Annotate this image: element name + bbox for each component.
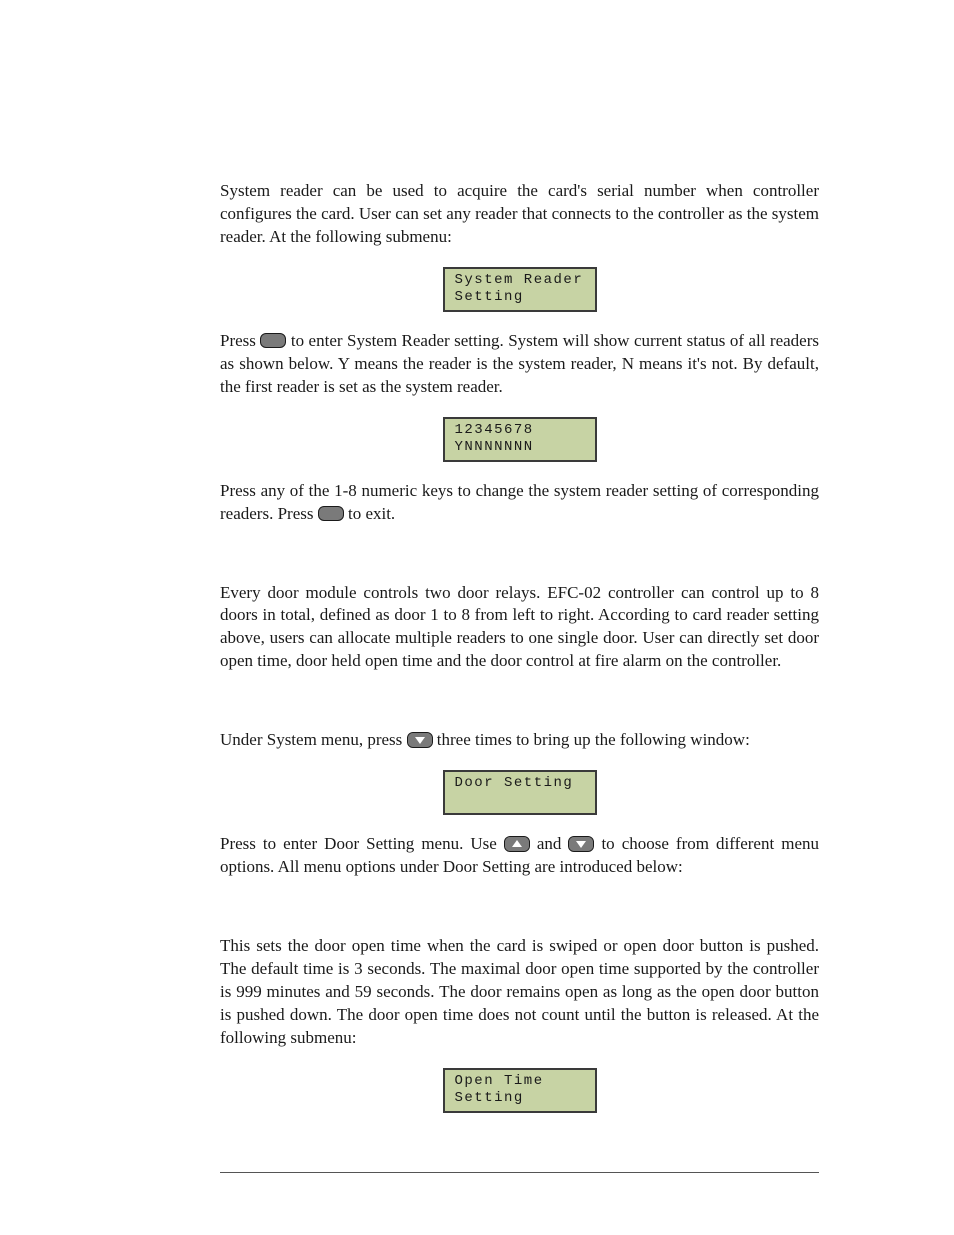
lcd-line: YNNNNNNN bbox=[455, 439, 585, 457]
text-fragment: to enter System Reader setting. System w… bbox=[220, 331, 819, 396]
text-fragment: Press any of the 1-8 numeric keys to cha… bbox=[220, 481, 819, 523]
text-fragment: Press to enter Door Setting menu. Use bbox=[220, 834, 504, 853]
paragraph-system-reader-intro: System reader can be used to acquire the… bbox=[220, 180, 819, 249]
up-arrow-button-icon bbox=[504, 836, 530, 852]
lcd-line: Setting bbox=[455, 1090, 585, 1108]
footer-divider bbox=[220, 1172, 819, 1173]
section-gap bbox=[220, 691, 819, 729]
lcd-line: Setting bbox=[455, 289, 585, 307]
paragraph-door-open-time: This sets the door open time when the ca… bbox=[220, 935, 819, 1050]
down-arrow-button-icon bbox=[407, 732, 433, 748]
text-fragment: three times to bring up the following wi… bbox=[433, 730, 750, 749]
lcd-screen: Door Setting bbox=[443, 770, 597, 815]
enter-button-icon bbox=[260, 333, 286, 348]
text-fragment: Press bbox=[220, 331, 260, 350]
lcd-line: Door Setting bbox=[455, 775, 585, 793]
lcd-door-setting: Door Setting bbox=[220, 770, 819, 815]
lcd-screen: 12345678 YNNNNNNN bbox=[443, 417, 597, 462]
lcd-open-time-setting: Open Time Setting bbox=[220, 1068, 819, 1113]
lcd-reader-status: 12345678 YNNNNNNN bbox=[220, 417, 819, 462]
lcd-line: 12345678 bbox=[455, 422, 585, 440]
exit-button-icon bbox=[318, 506, 344, 521]
document-page: System reader can be used to acquire the… bbox=[0, 0, 954, 1235]
paragraph-under-system-menu: Under System menu, press three times to … bbox=[220, 729, 819, 752]
down-arrow-button-icon bbox=[568, 836, 594, 852]
paragraph-press-numeric-exit: Press any of the 1-8 numeric keys to cha… bbox=[220, 480, 819, 526]
lcd-screen: System Reader Setting bbox=[443, 267, 597, 312]
section-gap bbox=[220, 897, 819, 935]
paragraph-press-enter-system-reader: Press to enter System Reader setting. Sy… bbox=[220, 330, 819, 399]
text-fragment: and bbox=[530, 834, 569, 853]
lcd-line: System Reader bbox=[455, 272, 585, 290]
lcd-line: Open Time bbox=[455, 1073, 585, 1091]
paragraph-door-module-intro: Every door module controls two door rela… bbox=[220, 582, 819, 674]
text-fragment: Under System menu, press bbox=[220, 730, 407, 749]
lcd-system-reader-setting: System Reader Setting bbox=[220, 267, 819, 312]
paragraph-press-enter-door-setting: Press to enter Door Setting menu. Use an… bbox=[220, 833, 819, 879]
text-fragment: to exit. bbox=[344, 504, 395, 523]
section-gap bbox=[220, 544, 819, 582]
lcd-line bbox=[455, 793, 585, 811]
lcd-screen: Open Time Setting bbox=[443, 1068, 597, 1113]
